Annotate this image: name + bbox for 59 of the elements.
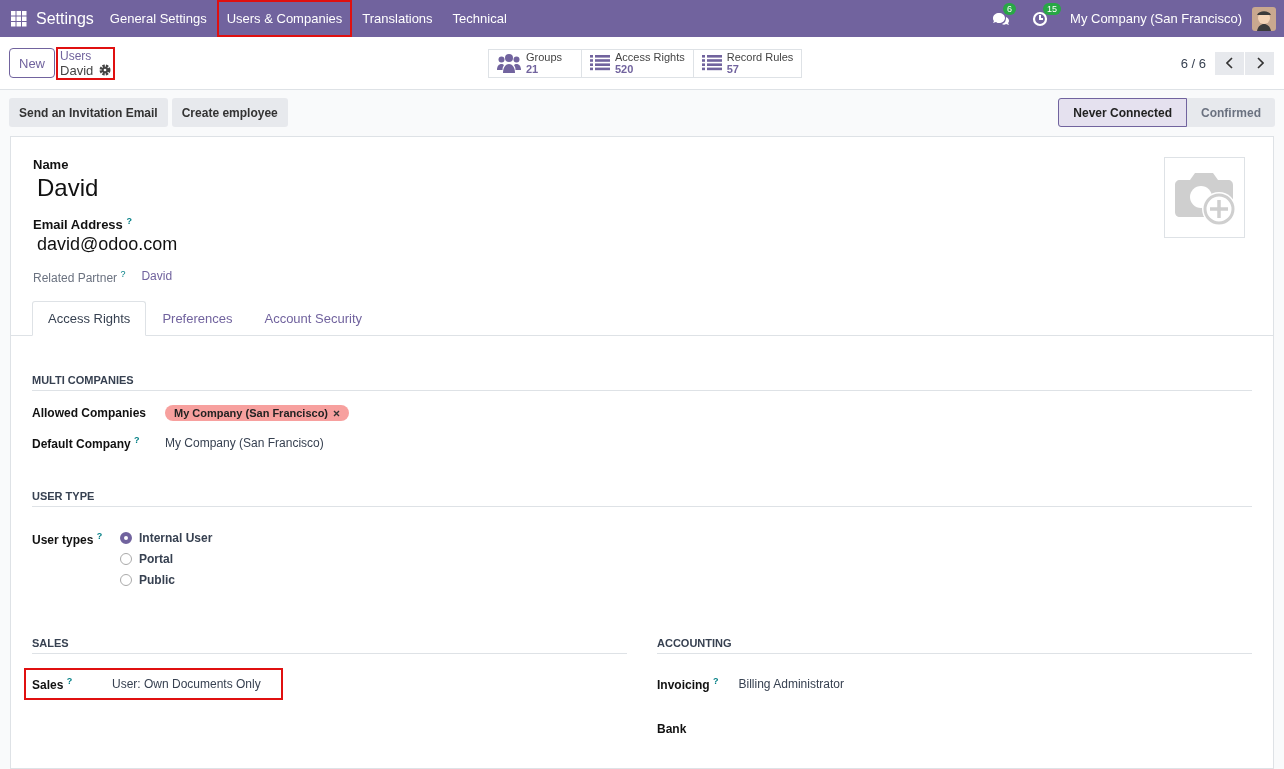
smart-button[interactable]: Access Rights 520	[581, 48, 694, 78]
field-label: User types $^{?}$	[32, 531, 104, 548]
section-heading: USER TYPE	[32, 490, 1252, 508]
action-button[interactable]: Create employee	[171, 98, 288, 127]
breadcrumb-link[interactable]: Users	[60, 48, 112, 63]
company-switcher[interactable]: My Company (San Francisco)	[1070, 11, 1242, 26]
field-label: Default Company $^{?}$	[32, 435, 141, 452]
status-stage[interactable]: Never Connected	[1058, 98, 1187, 127]
menu-item[interactable]: General Settings	[99, 0, 217, 37]
list-icon	[590, 55, 610, 71]
related-partner-link[interactable]: David	[141, 269, 173, 286]
app-title[interactable]: Settings	[36, 9, 94, 28]
field-label: Email Address $^{?}$	[33, 216, 133, 233]
smart-button[interactable]: Record Rules 57	[692, 48, 803, 78]
field-label: Name	[33, 157, 70, 172]
name-field[interactable]: David	[37, 174, 178, 202]
record-title: David	[60, 62, 94, 78]
menu-item[interactable]: Users & Companies	[216, 0, 353, 37]
email-field[interactable]: david@odoo.com	[37, 234, 178, 256]
field-label: Invoicing $^{?}$	[657, 676, 719, 693]
field-value[interactable]: User: Own Documents Only	[112, 677, 261, 692]
tab[interactable]: Preferences	[146, 301, 249, 337]
chevron-left-icon	[1225, 57, 1234, 69]
section-heading: ACCOUNTING	[657, 637, 1252, 655]
apps-menu-icon[interactable]	[11, 10, 27, 27]
clock-icon[interactable]	[1032, 10, 1049, 27]
field-label: Bank	[657, 722, 688, 737]
chat-bubbles-icon[interactable]	[992, 10, 1011, 27]
radio-label[interactable]: Portal	[139, 552, 173, 567]
radio-label[interactable]: Internal User	[139, 531, 213, 546]
company-tag[interactable]: My Company (San Francisco)	[165, 405, 350, 422]
count-badge: 6	[1003, 2, 1017, 15]
section-heading: MULTI COMPANIES	[32, 374, 1252, 392]
count-badge: 15	[1043, 2, 1062, 15]
section-heading: SALES	[32, 637, 627, 655]
field-value[interactable]: Billing Administrator	[738, 677, 844, 692]
field-label: Allowed Companies	[32, 406, 148, 421]
status-stage[interactable]: Confirmed	[1187, 98, 1275, 127]
users-icon	[497, 53, 521, 73]
menu-item[interactable]: Translations	[352, 0, 443, 37]
radio-label[interactable]: Public	[139, 573, 175, 588]
settings-icon[interactable]	[99, 64, 112, 76]
user-avatar-icon[interactable]	[1252, 6, 1276, 31]
tab[interactable]: Account Security	[248, 301, 378, 337]
list-icon	[701, 55, 722, 71]
field-value[interactable]: My Company (San Francisco)	[165, 436, 324, 451]
menu-item[interactable]: Technical	[442, 0, 517, 37]
previous-button[interactable]	[1215, 51, 1244, 75]
chevron-right-icon	[1255, 57, 1264, 69]
next-button[interactable]	[1245, 51, 1274, 75]
pager-counter[interactable]: 6 / 6	[1180, 55, 1206, 71]
new-button[interactable]: New	[9, 48, 55, 78]
action-button[interactable]: Send an Invitation Email	[9, 98, 168, 127]
remove-icon[interactable]	[333, 409, 341, 417]
field-label: Related Partner $^{?}$	[33, 269, 126, 286]
field-label: Sales $^{?}$	[32, 676, 74, 693]
radio-button[interactable]	[120, 532, 132, 545]
tab[interactable]: Access Rights	[32, 301, 147, 337]
smart-button[interactable]: Groups 21	[488, 48, 582, 78]
